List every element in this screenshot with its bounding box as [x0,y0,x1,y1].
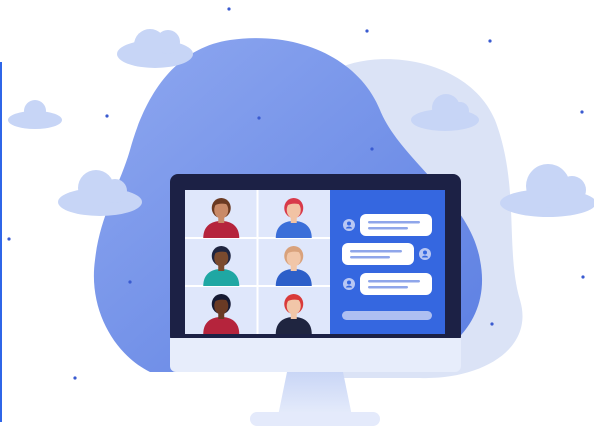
avatar-head [347,280,351,285]
chat-bubble [360,214,432,236]
monitor-stand [278,372,352,416]
video-conference-illustration [7,7,594,426]
chat-bubble [342,243,414,265]
cloud-top [117,29,193,68]
avatar-head [423,250,427,255]
avatar-head [347,221,351,226]
chat-bubble [360,273,432,295]
chat-text-line [368,221,420,224]
chat-text-line [368,280,420,283]
chat-text-line [350,256,390,259]
chat-input-bar[interactable] [342,311,432,320]
monitor-base [250,412,380,426]
chat-text-line [368,286,408,289]
chat-text-line [368,227,408,230]
cloud-left [8,100,62,129]
cloud-right-mid [500,164,594,217]
chat-text-line [350,250,402,253]
